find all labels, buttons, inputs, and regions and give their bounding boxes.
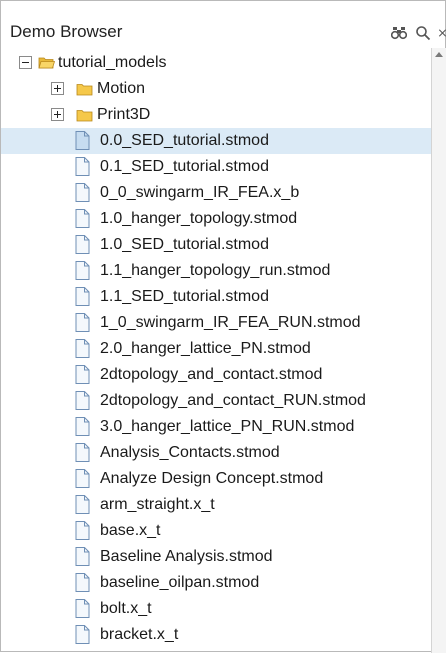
file-label: Baseline Analysis.stmod <box>100 548 273 565</box>
file-label: 1.0_SED_tutorial.stmod <box>100 236 269 253</box>
collapse-toggle-icon[interactable] <box>19 56 32 69</box>
file-row[interactable]: Baseline Analysis.stmod <box>1 544 431 570</box>
file-label: 1_0_swingarm_IR_FEA_RUN.stmod <box>100 314 361 331</box>
tree-root-row[interactable]: tutorial_models <box>1 50 431 76</box>
file-row[interactable]: bracket.x_t <box>1 622 431 648</box>
file-label: 1.1_hanger_topology_run.stmod <box>100 262 331 279</box>
file-label: 1.1_SED_tutorial.stmod <box>100 288 269 305</box>
file-label: Analyze Design Concept.stmod <box>100 470 324 487</box>
file-label: 2dtopology_and_contact.stmod <box>100 366 323 383</box>
file-label: bracket.x_t <box>100 626 179 643</box>
file-row[interactable]: 2dtopology_and_contact_RUN.stmod <box>1 388 431 414</box>
file-row[interactable]: 0_0_swingarm_IR_FEA.x_b <box>1 180 431 206</box>
binoculars-icon[interactable] <box>390 24 408 42</box>
file-label: 3.0_hanger_lattice_PN_RUN.stmod <box>100 418 355 435</box>
tree-folder-row[interactable]: Motion <box>1 76 431 102</box>
file-icon <box>75 339 90 358</box>
file-label: 0_0_swingarm_IR_FEA.x_b <box>100 184 300 201</box>
file-label: arm_straight.x_t <box>100 496 215 513</box>
panel-title: Demo Browser <box>10 22 123 41</box>
file-icon <box>75 183 90 202</box>
file-row[interactable]: Analysis_Contacts.stmod <box>1 440 431 466</box>
panel-titlebar: Demo Browser <box>1 1 446 45</box>
file-row[interactable]: Analyze Design Concept.stmod <box>1 466 431 492</box>
expand-toggle-icon[interactable] <box>51 108 64 121</box>
file-row[interactable]: 0.1_SED_tutorial.stmod <box>1 154 431 180</box>
file-row[interactable]: 1.1_hanger_topology_run.stmod <box>1 258 431 284</box>
folder-label: Motion <box>97 80 146 97</box>
file-label: 0.0_SED_tutorial.stmod <box>100 132 269 149</box>
folder-label: Print3D <box>97 106 151 123</box>
file-row[interactable]: baseline_oilpan.stmod <box>1 570 431 596</box>
file-label: 2dtopology_and_contact_RUN.stmod <box>100 392 366 409</box>
file-icon <box>75 443 90 462</box>
file-icon <box>75 625 90 644</box>
scroll-up-arrow-icon[interactable] <box>435 52 443 57</box>
file-icon <box>75 417 90 436</box>
folder-icon <box>76 84 93 96</box>
file-row[interactable]: base.x_t <box>1 518 431 544</box>
file-label: Analysis_Contacts.stmod <box>100 444 280 461</box>
file-icon <box>75 365 90 384</box>
file-icon <box>75 131 90 150</box>
folder-icon <box>76 110 93 122</box>
file-row[interactable]: 0.0_SED_tutorial.stmod <box>1 128 431 154</box>
title-icons <box>390 23 446 43</box>
close-icon[interactable] <box>438 24 446 42</box>
file-label: bolt.x_t <box>100 600 152 617</box>
tree-folder-row[interactable]: Print3D <box>1 102 431 128</box>
file-row[interactable]: 2dtopology_and_contact.stmod <box>1 362 431 388</box>
file-label: base.x_t <box>100 522 161 539</box>
file-icon <box>75 599 90 618</box>
file-row[interactable]: arm_straight.x_t <box>1 492 431 518</box>
file-row[interactable]: 1.0_SED_tutorial.stmod <box>1 232 431 258</box>
file-icon <box>75 209 90 228</box>
demo-browser-panel: Demo Browser tutorial_models Motion Prin… <box>0 0 446 653</box>
vertical-scrollbar[interactable] <box>431 48 446 653</box>
file-label: 1.0_hanger_topology.stmod <box>100 210 298 227</box>
file-row[interactable]: 3.0_hanger_lattice_PN_RUN.stmod <box>1 414 431 440</box>
file-row[interactable]: 1_0_swingarm_IR_FEA_RUN.stmod <box>1 310 431 336</box>
file-icon <box>75 157 90 176</box>
file-label: 0.1_SED_tutorial.stmod <box>100 158 269 175</box>
tree-root-label: tutorial_models <box>58 54 167 71</box>
file-icon <box>75 261 90 280</box>
file-row[interactable]: 2.0_hanger_lattice_PN.stmod <box>1 336 431 362</box>
file-icon <box>75 547 90 566</box>
file-row[interactable]: bolt.x_t <box>1 596 431 622</box>
file-label: 2.0_hanger_lattice_PN.stmod <box>100 340 311 357</box>
open-folder-icon <box>38 57 55 69</box>
file-icon <box>75 313 90 332</box>
expand-toggle-icon[interactable] <box>51 82 64 95</box>
file-icon <box>75 521 90 540</box>
file-icon <box>75 573 90 592</box>
file-row[interactable]: 1.1_SED_tutorial.stmod <box>1 284 431 310</box>
file-label: baseline_oilpan.stmod <box>100 574 260 591</box>
file-icon <box>75 391 90 410</box>
search-icon[interactable] <box>414 24 432 42</box>
file-icon <box>75 287 90 306</box>
model-tree: tutorial_models Motion Print3D 0.0_SED_t… <box>1 48 431 653</box>
file-icon <box>75 495 90 514</box>
file-icon <box>75 235 90 254</box>
file-icon <box>75 469 90 488</box>
file-row[interactable]: 1.0_hanger_topology.stmod <box>1 206 431 232</box>
